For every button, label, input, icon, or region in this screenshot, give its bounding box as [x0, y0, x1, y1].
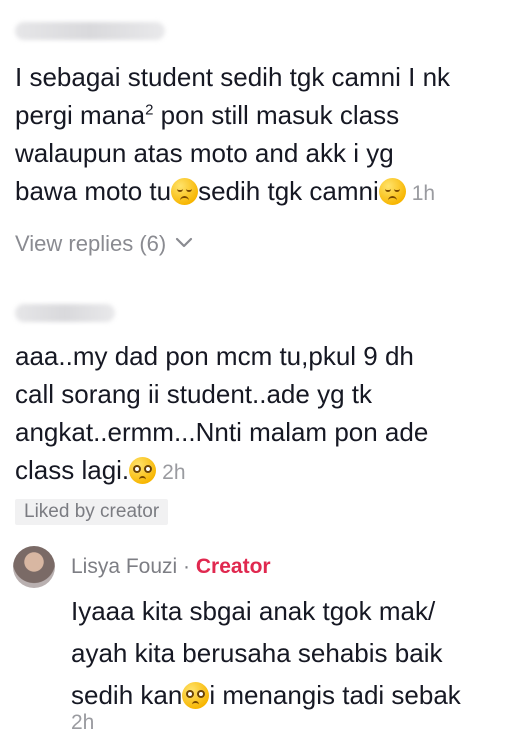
comment-text: aaa..my dad pon mcm tu,pkul 9 dh call so… — [15, 341, 429, 485]
reply-timestamp: 2h — [71, 711, 95, 734]
view-replies-label: View replies (6) — [15, 231, 167, 256]
view-replies-button[interactable]: View replies (6) — [15, 231, 193, 257]
reply-author-line: Lisya Fouzi · Creator — [71, 555, 271, 578]
pleading-face-icon — [129, 457, 157, 484]
liked-by-creator-badge: Liked by creator — [15, 499, 169, 525]
reply-text: Iyaaa kita sbgai anak tgok mak/ ayah kit… — [71, 596, 461, 710]
reply-author-name[interactable]: Lisya Fouzi — [71, 555, 177, 578]
avatar[interactable] — [13, 546, 55, 588]
relieved-face-icon — [378, 178, 406, 205]
comment-text: I sebagai student sedih tgk camni I nk p… — [15, 62, 451, 206]
commenter-username-blurred[interactable] — [15, 22, 165, 40]
commenter-username-blurred[interactable] — [15, 304, 115, 322]
comment-timestamp: 2h — [162, 461, 186, 484]
creator-badge: Creator — [195, 555, 271, 578]
comment-timestamp: 1h — [411, 182, 436, 205]
relieved-face-icon — [171, 178, 199, 205]
chevron-down-icon — [176, 237, 193, 248]
pleading-face-icon — [182, 682, 210, 709]
